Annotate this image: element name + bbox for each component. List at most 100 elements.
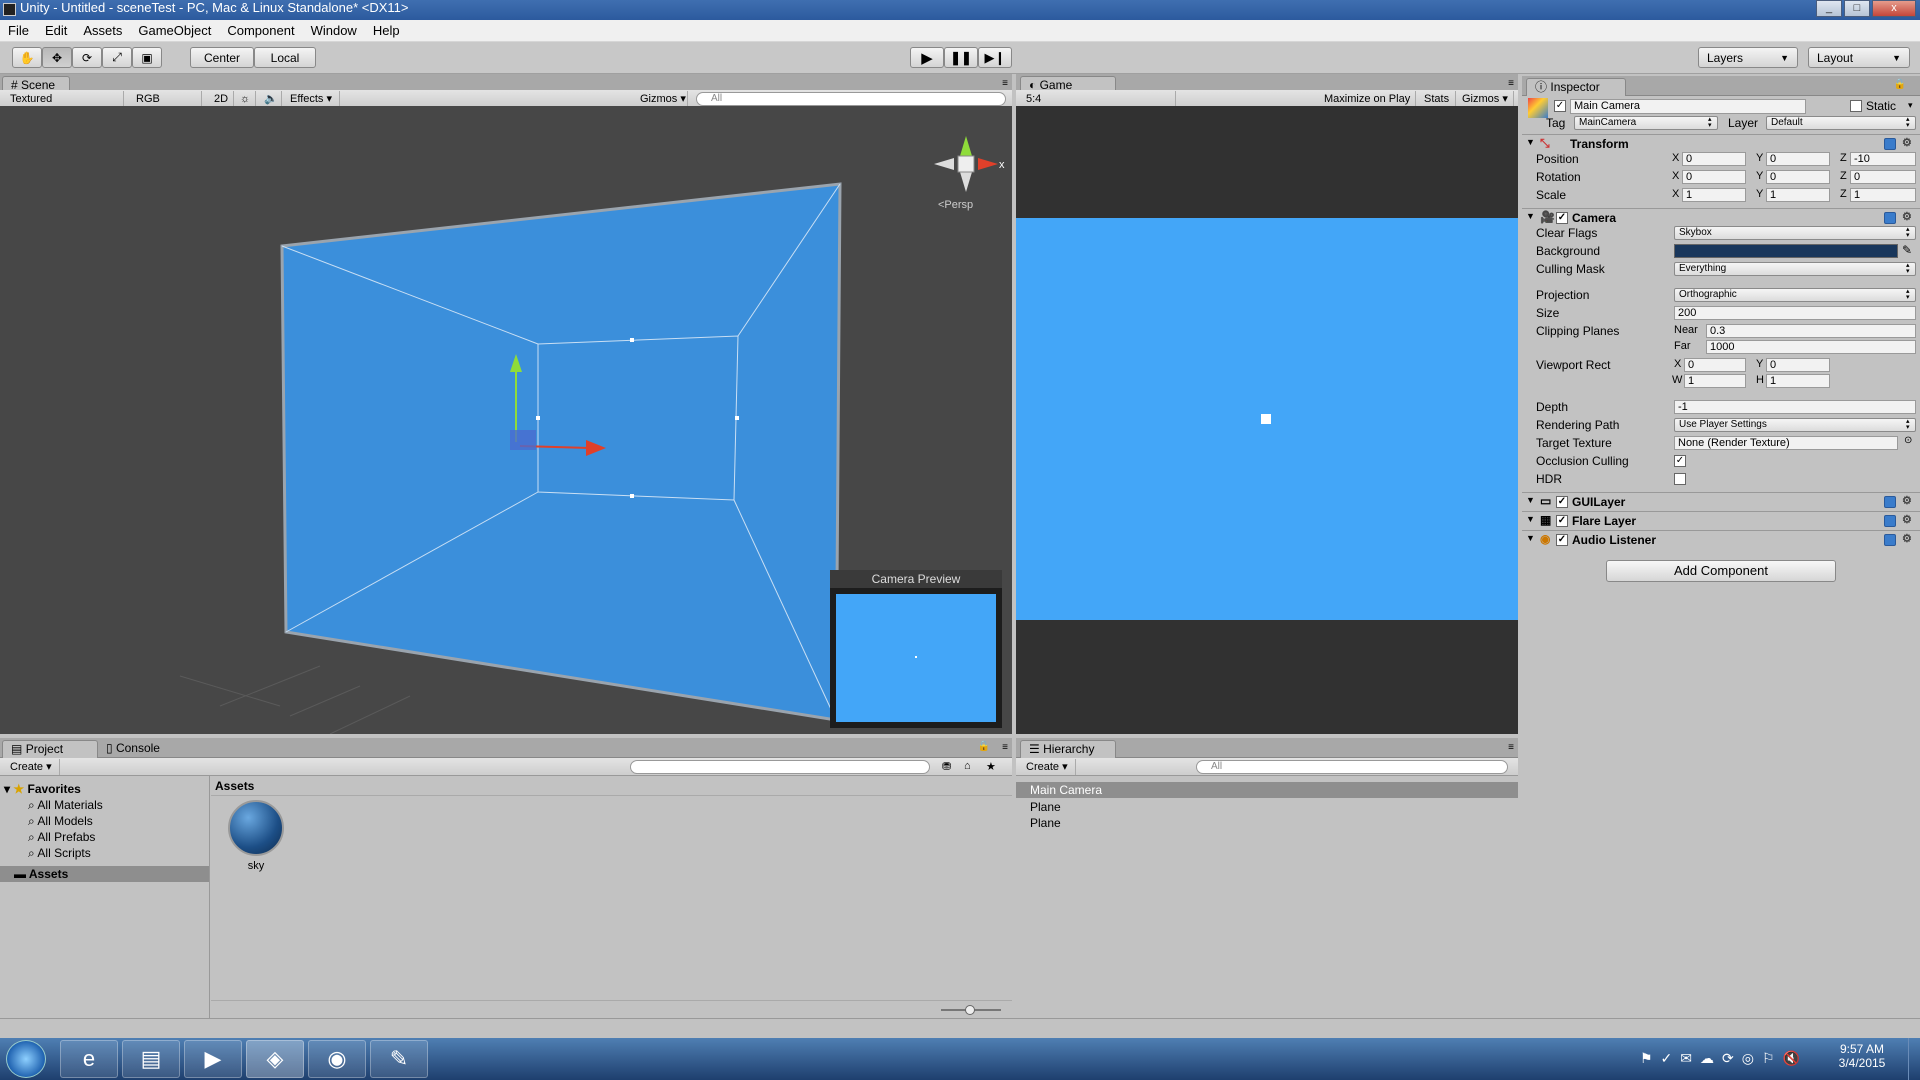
object-picker-icon[interactable]: ⊙: [1904, 435, 1912, 446]
tab-console[interactable]: ▯ Console: [106, 741, 160, 755]
hand-tool-icon[interactable]: ✋: [12, 47, 42, 68]
menu-component[interactable]: Component: [219, 20, 302, 42]
lighting-icon[interactable]: ☼: [236, 91, 256, 107]
camera-enabled-checkbox[interactable]: ✓: [1556, 212, 1568, 224]
layers-dropdown[interactable]: Layers ▼: [1698, 47, 1798, 68]
rotate-tool-icon[interactable]: ⟳: [72, 47, 102, 68]
asset-item[interactable]: sky: [226, 800, 286, 872]
near-field[interactable]: 0.3: [1706, 324, 1916, 338]
gear-icon[interactable]: ⚙: [1902, 137, 1914, 149]
explorer-folder-icon[interactable]: ▤: [122, 1040, 180, 1078]
depth-field[interactable]: -1: [1674, 400, 1916, 414]
favorite-item[interactable]: ⌕ All Scripts: [28, 846, 91, 861]
transform-header[interactable]: ▼ ⤡ Transform ⚙: [1522, 134, 1920, 152]
clear-flags-dropdown[interactable]: Skybox: [1674, 226, 1916, 240]
object-active-checkbox[interactable]: ✓: [1554, 100, 1566, 112]
stats-toggle[interactable]: Stats: [1420, 91, 1456, 107]
position-z-field[interactable]: -10: [1850, 152, 1916, 166]
rect-tool-icon[interactable]: ▣: [132, 47, 162, 68]
eyedropper-icon[interactable]: ✎: [1902, 243, 1912, 257]
clock[interactable]: 9:57 AM 3/4/2015: [1822, 1042, 1902, 1070]
project-search-input[interactable]: [630, 760, 930, 774]
menu-help[interactable]: Help: [365, 20, 408, 42]
panel-menu-icon[interactable]: ≡: [1508, 742, 1514, 753]
guilayer-checkbox[interactable]: ✓: [1556, 496, 1568, 508]
pause-icon[interactable]: ❚❚: [944, 47, 978, 68]
fold-arrow-icon[interactable]: ▼: [1526, 533, 1535, 543]
project-create-dropdown[interactable]: Create ▾: [6, 759, 60, 775]
help-icon[interactable]: [1884, 496, 1896, 508]
hierarchy-item-selected[interactable]: Main Camera: [1016, 782, 1518, 798]
game-gizmos-dropdown[interactable]: Gizmos ▾: [1458, 91, 1514, 107]
tray-icons[interactable]: ⚑✓✉☁⟳◎⚐🔇: [1640, 1050, 1808, 1067]
add-component-button[interactable]: Add Component: [1606, 560, 1836, 582]
audio-icon[interactable]: 🔈: [260, 91, 282, 107]
target-texture-field[interactable]: None (Render Texture): [1674, 436, 1898, 450]
media-player-icon[interactable]: ▶: [184, 1040, 242, 1078]
gear-icon[interactable]: ⚙: [1902, 211, 1914, 223]
camera-header[interactable]: ▼ 🎥 ✓ Camera ⚙: [1522, 208, 1920, 226]
help-icon[interactable]: [1884, 515, 1896, 527]
rotation-y-field[interactable]: 0: [1766, 170, 1830, 184]
unity-taskbar-icon[interactable]: ◈: [246, 1040, 304, 1078]
fold-arrow-icon[interactable]: ▼: [1526, 211, 1535, 221]
menu-assets[interactable]: Assets: [75, 20, 130, 42]
viewport-x-field[interactable]: 0: [1684, 358, 1746, 372]
occlusion-culling-checkbox[interactable]: ✓: [1674, 455, 1686, 467]
move-tool-icon[interactable]: ✥: [42, 47, 72, 68]
panel-menu-icon[interactable]: ≡: [1002, 78, 1008, 89]
close-button[interactable]: x: [1872, 0, 1916, 17]
render-mode-dropdown[interactable]: RGB: [132, 91, 202, 107]
position-x-field[interactable]: 0: [1682, 152, 1746, 166]
orientation-gizmo-icon[interactable]: [934, 136, 998, 192]
size-field[interactable]: 200: [1674, 306, 1916, 320]
help-icon[interactable]: [1884, 138, 1896, 150]
tab-hierarchy[interactable]: ☰ Hierarchy: [1020, 740, 1116, 758]
aspect-dropdown[interactable]: 5:4: [1022, 91, 1176, 107]
filter-type-icon[interactable]: ⛃: [942, 760, 951, 773]
help-icon[interactable]: [1884, 534, 1896, 546]
rotation-z-field[interactable]: 0: [1850, 170, 1916, 184]
tab-project[interactable]: ▤ Project: [2, 740, 98, 758]
pivot-local-button[interactable]: Local: [254, 47, 316, 68]
maximize-on-play-toggle[interactable]: Maximize on Play: [1320, 91, 1416, 107]
paint-icon[interactable]: ✎: [370, 1040, 428, 1078]
scene-search-input[interactable]: All: [696, 92, 1006, 106]
guilayer-header[interactable]: ▼ ▭ ✓ GUILayer ⚙: [1522, 492, 1920, 510]
viewport-h-field[interactable]: 1: [1766, 374, 1830, 388]
menu-gameobject[interactable]: GameObject: [130, 20, 219, 42]
scene-view[interactable]: x <Persp Camera Preview: [0, 106, 1012, 734]
persp-label[interactable]: <Persp: [938, 199, 973, 211]
lock-icon[interactable]: 🔒: [978, 741, 990, 752]
effects-dropdown[interactable]: Effects ▾: [286, 91, 340, 107]
hierarchy-item[interactable]: Plane: [1030, 800, 1061, 814]
layer-dropdown[interactable]: Default: [1766, 116, 1916, 130]
culling-mask-dropdown[interactable]: Everything: [1674, 262, 1916, 276]
play-icon[interactable]: ▶: [910, 47, 944, 68]
fold-arrow-icon[interactable]: ▼: [1526, 514, 1535, 524]
favorite-item[interactable]: ⌕ All Prefabs: [28, 830, 95, 845]
tab-inspector[interactable]: ⓘ Inspector: [1526, 78, 1626, 96]
filter-label-icon[interactable]: ⌂: [964, 760, 971, 772]
static-checkbox[interactable]: [1850, 100, 1862, 112]
start-button[interactable]: [6, 1040, 46, 1078]
rendering-path-dropdown[interactable]: Use Player Settings: [1674, 418, 1916, 432]
favorite-item[interactable]: ⌕ All Materials: [28, 798, 103, 813]
background-color-swatch[interactable]: [1674, 244, 1898, 258]
plane-mesh[interactable]: [280, 182, 842, 722]
layout-dropdown[interactable]: Layout ▼: [1808, 47, 1910, 68]
menu-file[interactable]: File: [0, 20, 37, 42]
fold-arrow-icon[interactable]: ▼: [1526, 495, 1535, 505]
help-icon[interactable]: [1884, 212, 1896, 224]
panel-menu-icon[interactable]: ≡: [1002, 742, 1008, 753]
gear-icon[interactable]: ⚙: [1902, 533, 1914, 545]
slider-thumb[interactable]: [965, 1005, 975, 1015]
maximize-button[interactable]: □: [1844, 0, 1870, 17]
gear-icon[interactable]: ⚙: [1902, 514, 1914, 526]
projection-dropdown[interactable]: Orthographic: [1674, 288, 1916, 302]
scale-tool-icon[interactable]: ⤢: [102, 47, 132, 68]
flare-layer-checkbox[interactable]: ✓: [1556, 515, 1568, 527]
viewport-y-field[interactable]: 0: [1766, 358, 1830, 372]
hdr-checkbox[interactable]: [1674, 473, 1686, 485]
position-y-field[interactable]: 0: [1766, 152, 1830, 166]
